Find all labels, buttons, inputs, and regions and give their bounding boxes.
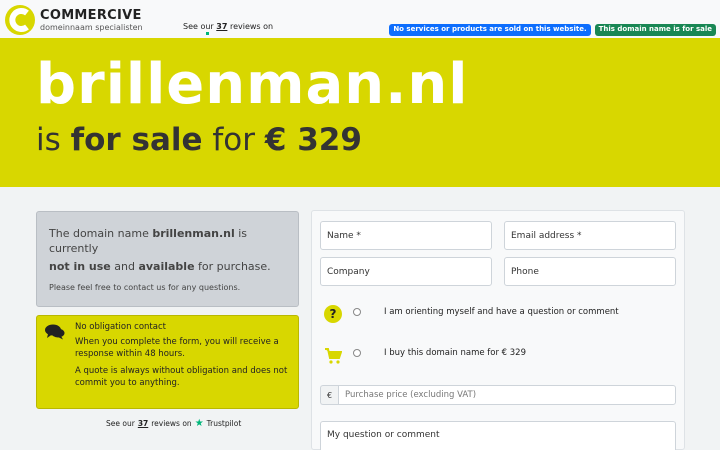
bottom-reviews-link[interactable]: See our 37 reviews on ★ Trustpilot (106, 418, 241, 429)
chat-icon (45, 324, 65, 340)
option-question-radio[interactable] (353, 308, 361, 316)
trustpilot-star-icon (206, 32, 209, 35)
header-badges: No services or products are sold on this… (389, 24, 716, 36)
info-domain: brillenman.nl (152, 227, 235, 240)
info-line-2: not in use and available for purchase. (49, 257, 286, 278)
bottom-reviews-count[interactable]: 37 (138, 419, 148, 428)
for-sale-badge: This domain name is for sale (594, 24, 716, 36)
sale-price: € 329 (264, 122, 362, 158)
contact-title: No obligation contact (75, 322, 166, 332)
contact-text-2: A quote is always without obligation and… (75, 365, 288, 388)
info-available: available (138, 259, 195, 273)
reviews-prefix: See our (183, 22, 214, 31)
hero-domain-title: brillenman.nl (36, 52, 469, 117)
logo-tagline: domeinnaam specialisten (40, 22, 143, 32)
cart-icon (324, 347, 343, 365)
sale-bold: for sale (70, 122, 203, 158)
question-textarea[interactable]: My question or comment (320, 421, 676, 450)
reviews-count[interactable]: 37 (216, 22, 227, 31)
no-obligation-box: No obligation contact When you complete … (36, 315, 299, 409)
currency-prefix: € (320, 385, 338, 405)
company-label: Company (327, 266, 370, 277)
bottom-reviews-prefix: See our (106, 419, 135, 428)
info-not-in-use: not in use (49, 259, 111, 273)
question-icon: ? (324, 305, 342, 323)
option-buy-label[interactable]: I buy this domain name for € 329 (384, 348, 526, 358)
question-label: My question or comment (327, 430, 440, 440)
purchase-price-placeholder: Purchase price (excluding VAT) (345, 390, 477, 400)
option-question-label[interactable]: I am orienting myself and have a questio… (384, 307, 619, 317)
purchase-price-group: € Purchase price (excluding VAT) (320, 385, 676, 405)
logo-name: COMMERCIVE (40, 7, 142, 23)
email-field[interactable]: Email address * (504, 221, 676, 250)
commercive-logo-icon (4, 4, 36, 36)
no-sales-badge: No services or products are sold on this… (389, 24, 591, 36)
option-buy-radio[interactable] (353, 349, 361, 357)
hero-banner: brillenman.nl is for sale for € 329 (0, 38, 720, 187)
purchase-price-input[interactable]: Purchase price (excluding VAT) (338, 385, 676, 405)
email-label: Email address * (511, 230, 582, 241)
info-for-purchase: for purchase. (198, 259, 271, 273)
commercive-logo[interactable]: COMMERCIVE domeinnaam specialisten (4, 4, 143, 36)
info-line-1: The domain name brillenman.nl is current… (49, 226, 286, 257)
bottom-reviews-suffix: reviews on (151, 419, 192, 428)
reviews-count-suffix: reviews on (229, 22, 274, 31)
contact-text-1: When you complete the form, you will rec… (75, 337, 279, 359)
info-contact-line: Please feel free to contact us for any q… (49, 282, 241, 292)
sale-prefix: is (36, 122, 61, 158)
company-field[interactable]: Company (320, 257, 492, 286)
domain-info-box: The domain name brillenman.nl is current… (36, 211, 299, 307)
phone-label: Phone (511, 266, 539, 277)
top-reviews-link[interactable]: See our 37 reviews on (183, 22, 273, 31)
name-label: Name * (327, 230, 361, 241)
name-field[interactable]: Name * (320, 221, 492, 250)
trustpilot-star-icon: ★ (194, 418, 204, 429)
sale-for: for (212, 122, 255, 158)
trustpilot-brand: Trustpilot (206, 419, 242, 428)
phone-field[interactable]: Phone (504, 257, 676, 286)
info-prefix: The domain name (49, 227, 149, 240)
top-bar: COMMERCIVE domeinnaam specialisten See o… (0, 0, 720, 38)
hero-sale-line: is for sale for € 329 (36, 122, 362, 159)
contact-form: Name * Email address * Company Phone ? I… (311, 210, 685, 450)
info-and: and (114, 259, 135, 273)
